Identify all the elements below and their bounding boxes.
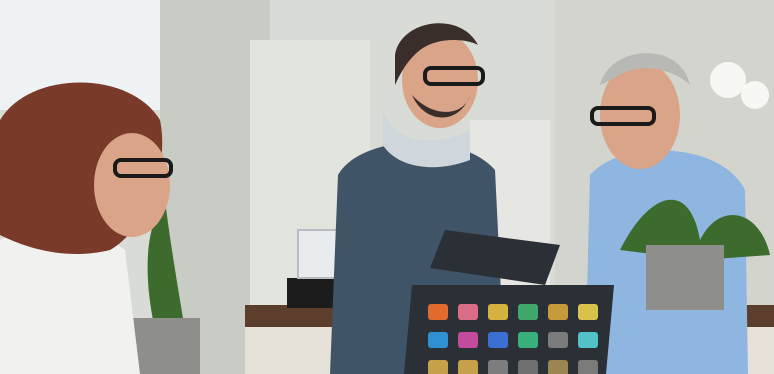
orchid-flower-2 xyxy=(741,81,769,109)
app-tile xyxy=(578,360,598,374)
app-tile xyxy=(488,332,508,348)
app-tile xyxy=(428,332,448,348)
app-tile xyxy=(488,360,508,374)
pot-right xyxy=(646,245,724,310)
app-tile xyxy=(488,304,508,320)
app-tile xyxy=(578,304,598,320)
photo-scene xyxy=(0,0,774,374)
pot-left xyxy=(130,318,200,374)
scene-illustration xyxy=(0,0,774,374)
woman-face xyxy=(94,133,170,237)
app-tile xyxy=(428,360,448,374)
app-tile xyxy=(458,304,478,320)
app-tile xyxy=(518,332,538,348)
app-tile xyxy=(518,304,538,320)
app-tile xyxy=(548,304,568,320)
app-tile xyxy=(548,332,568,348)
app-tile xyxy=(548,360,568,374)
app-tile xyxy=(458,332,478,348)
app-tile xyxy=(578,332,598,348)
app-tile xyxy=(428,304,448,320)
app-tile xyxy=(458,360,478,374)
orchid-flower-1 xyxy=(710,62,746,98)
app-tile xyxy=(518,360,538,374)
